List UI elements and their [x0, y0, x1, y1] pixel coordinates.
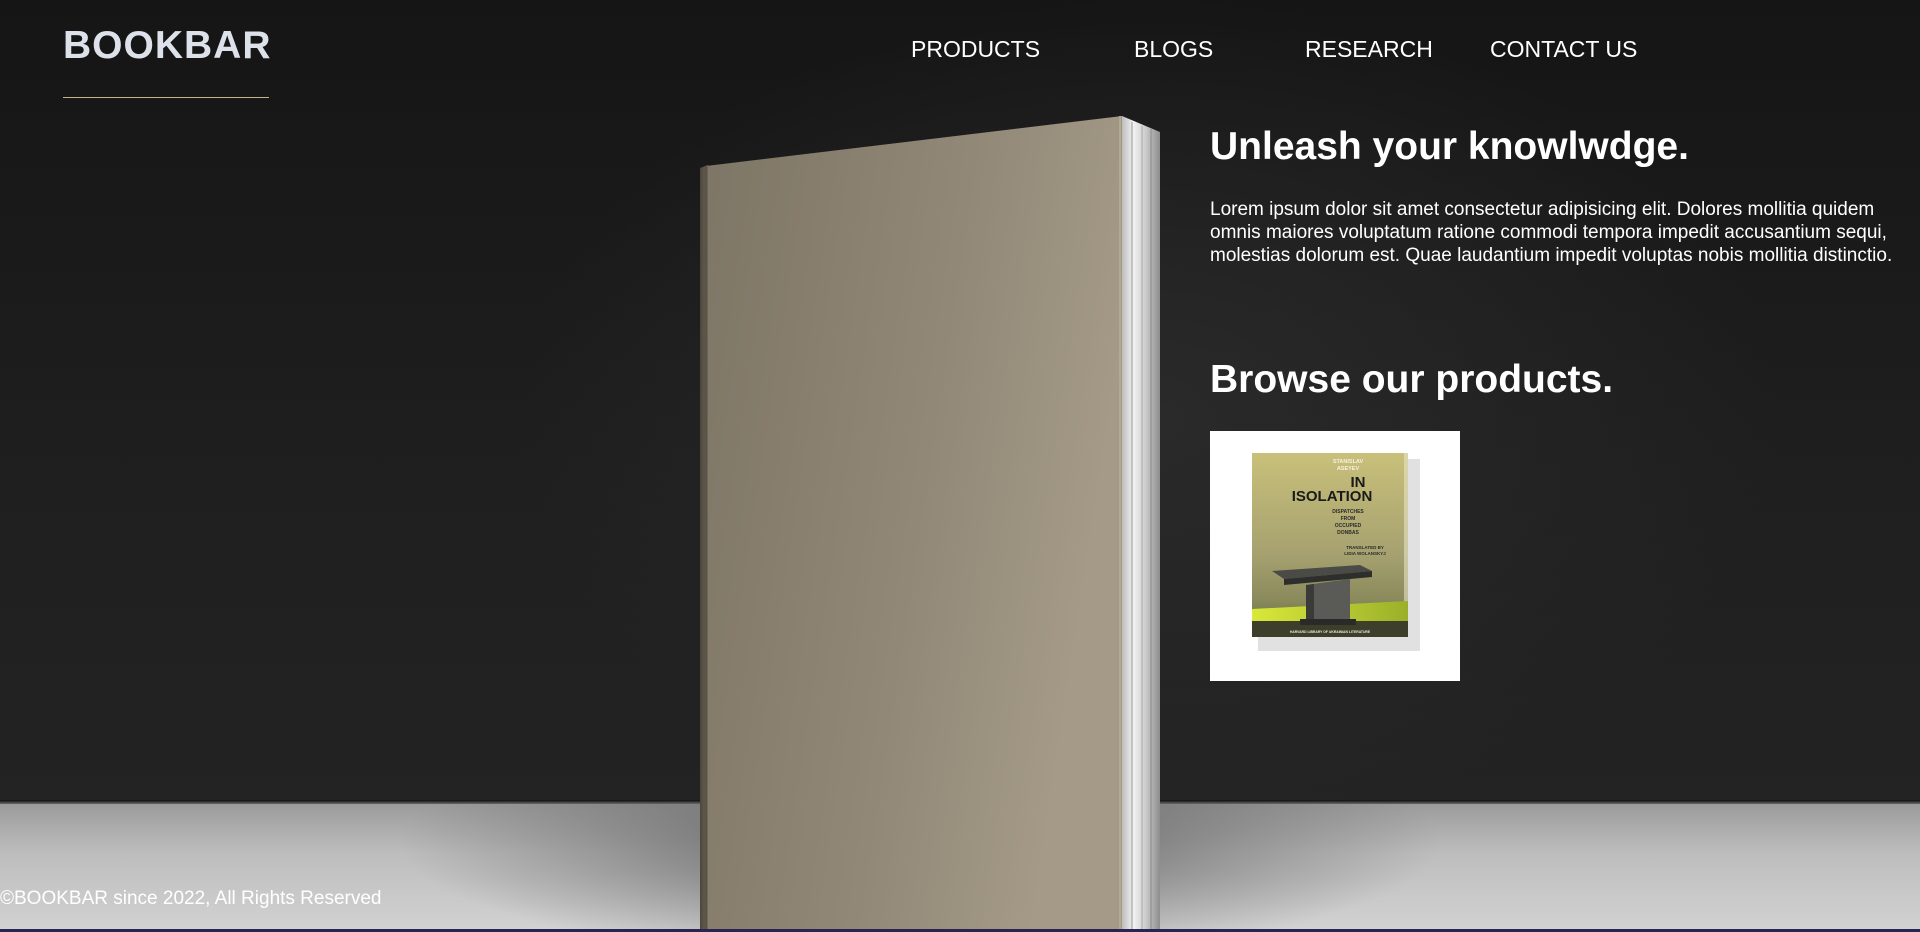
book-author-text: STANISLAV	[1333, 459, 1364, 465]
hero-headline: Unleash your knowlwdge.	[1210, 125, 1689, 168]
logo-underline	[63, 97, 269, 98]
book-subtitle-text-4: DONBAS	[1337, 530, 1359, 536]
nav-link-blogs[interactable]: BLOGS	[1134, 36, 1213, 63]
book-title-text-2: ISOLATION	[1292, 488, 1373, 505]
book-author-text-2: ASEYEV	[1337, 466, 1360, 472]
nav-link-products[interactable]: PRODUCTS	[911, 36, 1040, 63]
book-translator-text: TRANSLATED BY	[1346, 545, 1384, 550]
book-translator-text-2: LIDIA WOLANSKYJ	[1344, 551, 1386, 556]
book-subtitle-text-3: OCCUPIED	[1335, 523, 1362, 529]
book-subtitle-text: DISPATCHES	[1332, 509, 1364, 515]
book-series-text: HARVARD LIBRARY OF UKRAINIAN LITERATURE	[1290, 630, 1371, 634]
footer-copyright: ©BOOKBAR since 2022, All Rights Reserved	[0, 888, 382, 909]
book-subtitle-text-2: FROM	[1341, 516, 1356, 522]
nav-link-contact-us[interactable]: CONTACT US	[1490, 36, 1637, 63]
main-nav: PRODUCTS BLOGS RESEARCH CONTACT US	[0, 36, 1920, 66]
book-cover-thumbnail: STANISLAV ASEYEV IN ISOLATION DISPATCHES…	[1252, 453, 1420, 651]
nav-link-research[interactable]: RESEARCH	[1305, 36, 1433, 63]
product-card-in-isolation[interactable]: STANISLAV ASEYEV IN ISOLATION DISPATCHES…	[1210, 431, 1460, 681]
hero-book-image	[700, 116, 1160, 932]
hero-description: Lorem ipsum dolor sit amet consectetur a…	[1210, 199, 1893, 266]
products-heading: Browse our products.	[1210, 358, 1614, 401]
